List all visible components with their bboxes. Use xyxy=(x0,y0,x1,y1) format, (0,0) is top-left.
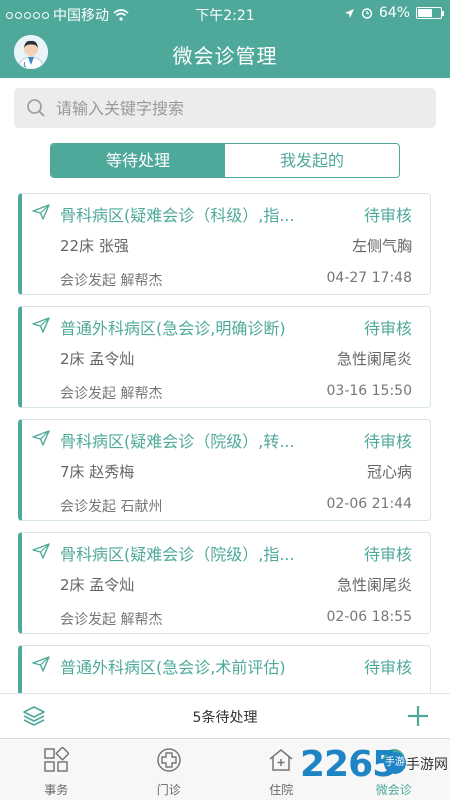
send-icon xyxy=(32,543,50,559)
bottom-nav: 事务 门诊 住院 微会诊 xyxy=(0,738,450,800)
initiator: 会诊发起 解帮杰 xyxy=(60,273,163,289)
tab-initiated[interactable]: 我发起的 xyxy=(225,144,399,177)
search-input[interactable] xyxy=(56,88,426,128)
timestamp: 04-27 17:48 xyxy=(326,270,412,286)
status-right: 64% xyxy=(344,5,444,21)
nav-label: 事务 xyxy=(44,783,69,797)
consultation-title: 骨科病区(疑难会诊（院级）,指... xyxy=(60,545,295,564)
action-bar: 5条待处理 xyxy=(0,693,450,738)
status-badge: 待审核 xyxy=(363,206,412,225)
search-icon xyxy=(27,99,45,117)
nav-item-consultation[interactable]: 微会诊 xyxy=(338,739,450,800)
consultation-list: 骨科病区(疑难会诊（科级）,指... 待审核 22床 张强 左侧气胸 会诊发起 … xyxy=(0,193,450,693)
timestamp: 03-16 15:50 xyxy=(326,383,412,399)
consultation-title: 骨科病区(疑难会诊（科级）,指... xyxy=(60,206,295,225)
consultation-card[interactable]: 普通外科病区(急会诊,术前评估) 待审核 xyxy=(18,645,431,693)
consultation-card[interactable]: 骨科病区(疑难会诊（科级）,指... 待审核 22床 张强 左侧气胸 会诊发起 … xyxy=(18,193,431,295)
status-badge: 待审核 xyxy=(363,545,412,564)
diagnosis: 冠心病 xyxy=(366,463,412,481)
initiator: 会诊发起 石献州 xyxy=(60,499,163,515)
patient-info: 22床 张强 xyxy=(60,237,129,255)
medical-cross-icon xyxy=(157,748,181,772)
status-badge: 待审核 xyxy=(363,432,412,451)
consultation-icon xyxy=(382,749,405,771)
nav-item-inpatient[interactable]: 住院 xyxy=(225,739,338,800)
send-icon xyxy=(32,204,50,220)
search-bar xyxy=(14,88,436,128)
pending-count: 5条待处理 xyxy=(192,710,258,726)
tab-waiting[interactable]: 等待处理 xyxy=(51,144,225,177)
battery-percent: 64% xyxy=(378,5,410,21)
timestamp: 02-06 18:55 xyxy=(326,609,412,625)
patient-info: 2床 孟令灿 xyxy=(60,350,135,368)
consultation-title: 普通外科病区(急会诊,术前评估) xyxy=(60,658,286,677)
patient-info: 7床 赵秀梅 xyxy=(60,463,135,481)
send-icon xyxy=(32,656,50,672)
consultation-card[interactable]: 普通外科病区(急会诊,明确诊断) 待审核 2床 孟令灿 急性阑尾炎 会诊发起 解… xyxy=(18,306,431,408)
diagnosis: 急性阑尾炎 xyxy=(336,350,412,368)
add-icon[interactable] xyxy=(406,704,430,728)
nav-item-outpatient[interactable]: 门诊 xyxy=(113,739,226,800)
page-title: 微会诊管理 xyxy=(172,44,278,68)
consultation-card[interactable]: 骨科病区(疑难会诊（院级）,转... 待审核 7床 赵秀梅 冠心病 会诊发起 石… xyxy=(18,419,431,521)
battery-icon xyxy=(416,7,444,19)
consultation-title: 骨科病区(疑难会诊（院级）,转... xyxy=(60,432,295,451)
nav-label: 门诊 xyxy=(156,783,181,797)
initiator: 会诊发起 解帮杰 xyxy=(60,612,163,628)
diagnosis: 急性阑尾炎 xyxy=(336,576,412,594)
consultation-title: 普通外科病区(急会诊,明确诊断) xyxy=(60,319,286,338)
hospital-house-icon xyxy=(269,749,293,771)
send-icon xyxy=(32,430,50,446)
segment-tabs: 等待处理 我发起的 xyxy=(50,143,400,178)
alarm-icon xyxy=(361,8,373,19)
app-header: 微会诊管理 xyxy=(0,28,450,78)
send-icon xyxy=(32,317,50,333)
location-arrow-icon xyxy=(344,8,354,18)
nav-item-affairs[interactable]: 事务 xyxy=(0,739,113,800)
initiator: 会诊发起 解帮杰 xyxy=(60,386,163,402)
status-badge: 待审核 xyxy=(363,658,412,677)
grid-icon xyxy=(44,747,70,772)
timestamp: 02-06 21:44 xyxy=(326,496,412,512)
diagnosis: 左侧气胸 xyxy=(351,237,412,255)
nav-label: 微会诊 xyxy=(375,783,412,797)
nav-label: 住院 xyxy=(269,783,294,797)
patient-info: 2床 孟令灿 xyxy=(60,576,135,594)
consultation-card[interactable]: 骨科病区(疑难会诊（院级）,指... 待审核 2床 孟令灿 急性阑尾炎 会诊发起… xyxy=(18,532,431,634)
status-badge: 待审核 xyxy=(363,319,412,338)
status-bar: 中国移动 下午2:21 64% xyxy=(0,0,450,28)
